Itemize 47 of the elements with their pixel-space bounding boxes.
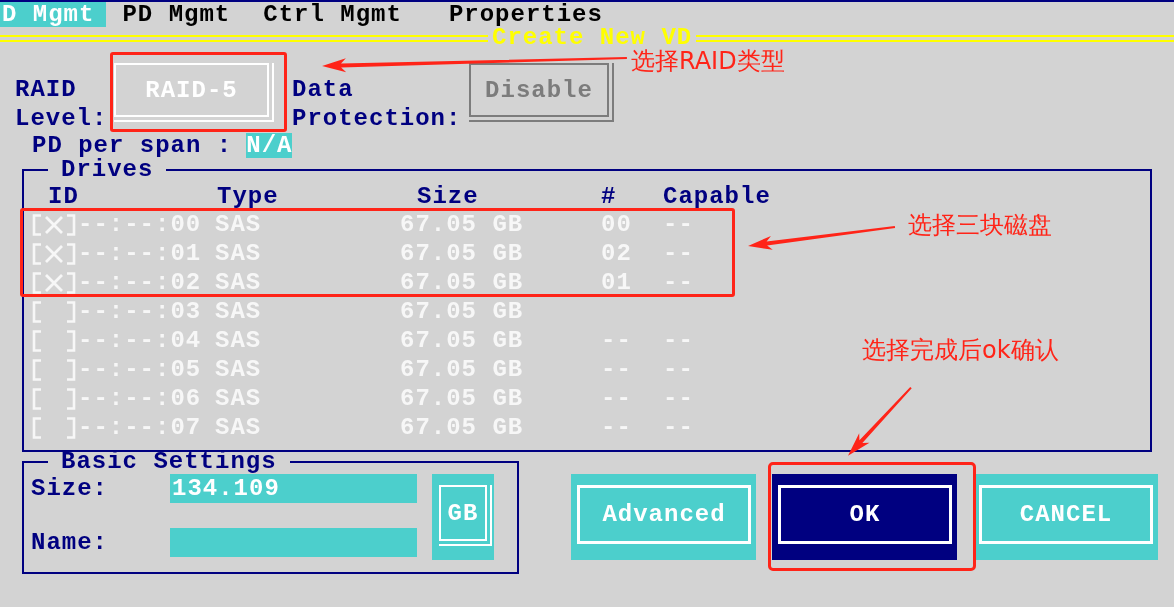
- unit-button[interactable]: GB: [432, 474, 494, 560]
- drive-capable: --: [663, 211, 694, 238]
- annotation-arrow: [848, 387, 912, 456]
- drive-capable: --: [663, 356, 694, 383]
- annotation-text: 选择完成后ok确认: [862, 335, 1059, 365]
- drive-capable: --: [663, 414, 694, 441]
- checkbox[interactable]: [32, 387, 76, 410]
- checkbox[interactable]: [32, 329, 76, 352]
- drive-slot: --: [601, 327, 632, 354]
- dialog-button[interactable]: Advanced: [571, 474, 756, 560]
- column-header: Size: [417, 184, 479, 210]
- name-label: Name:: [31, 528, 108, 558]
- checkbox[interactable]: [32, 358, 76, 381]
- size-field[interactable]: 134.109: [170, 474, 417, 503]
- menu-tab[interactable]: D Mgmt: [0, 2, 107, 27]
- data-protection-label: Data Protection:: [292, 75, 463, 133]
- drive-slot: --: [601, 356, 632, 383]
- menu-tab[interactable]: Ctrl Mgmt: [261, 2, 414, 27]
- annotation-text: 选择三块磁盘: [908, 210, 1052, 240]
- column-header: #: [601, 184, 617, 210]
- group-title: Drives: [60, 158, 154, 182]
- size-label: Size:: [31, 474, 108, 503]
- group-title: Basic Settings: [60, 450, 278, 474]
- drive-capable: --: [663, 385, 694, 412]
- drive-capable: --: [663, 240, 694, 267]
- dialog-button[interactable]: CANCEL: [973, 474, 1158, 560]
- checkbox[interactable]: [32, 213, 76, 236]
- column-header: ID: [48, 184, 79, 210]
- dialog-button[interactable]: OK: [772, 474, 957, 560]
- annotation-text: 选择RAID类型: [631, 46, 785, 76]
- drive-slot: --: [601, 385, 632, 412]
- column-header: Type: [217, 184, 279, 210]
- pd-per-span-label: PD per span :: [32, 133, 233, 158]
- checkbox[interactable]: [32, 300, 76, 323]
- menu-tab[interactable]: PD Mgmt: [120, 2, 243, 27]
- menu-tab[interactable]: Properties: [446, 2, 615, 27]
- drive-slot: --: [601, 414, 632, 441]
- checkbox[interactable]: [32, 416, 76, 439]
- drive-capable: --: [663, 269, 694, 296]
- drive-capable: --: [663, 327, 694, 354]
- checkbox[interactable]: [32, 271, 76, 294]
- name-field[interactable]: [170, 528, 417, 557]
- raid-level-label: RAID Level:: [15, 75, 109, 133]
- column-header: Capable: [663, 184, 771, 210]
- pd-per-span-value: N/A: [246, 133, 293, 158]
- dialog-title: Create New VD: [492, 29, 694, 47]
- checkbox[interactable]: [32, 242, 76, 265]
